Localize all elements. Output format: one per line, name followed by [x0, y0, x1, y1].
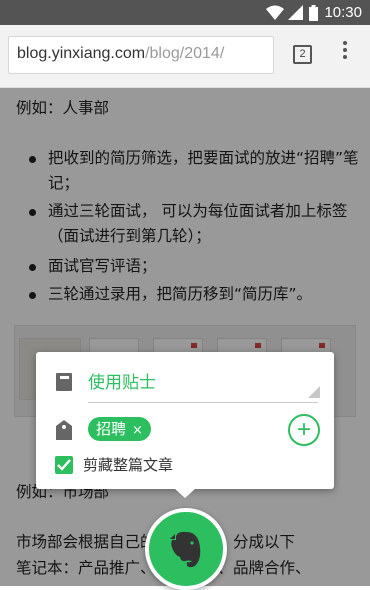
clipper-popup: 使用贴士 招聘 × + 剪藏整篇文章: [36, 352, 334, 498]
battery-icon: [309, 5, 318, 21]
status-bar: 10:30: [0, 0, 370, 25]
notebook-selector[interactable]: 使用贴士: [88, 368, 156, 393]
tag-chip-label: 招聘: [96, 420, 127, 438]
overflow-menu-icon[interactable]: [341, 41, 349, 65]
tag-chip[interactable]: 招聘 ×: [88, 417, 151, 441]
remove-tag-icon[interactable]: ×: [132, 423, 143, 438]
wifi-icon: [266, 5, 284, 20]
notebook-underline: [88, 402, 318, 403]
clip-full-article-label: 剪藏整篇文章: [83, 456, 174, 474]
clip-full-article-checkbox[interactable]: [55, 456, 73, 474]
cell-signal-icon: [288, 5, 303, 20]
url-path: /blog/2014/: [145, 45, 225, 62]
notebook-icon: [56, 373, 72, 391]
tag-icon: [56, 420, 72, 440]
dropdown-triangle-icon[interactable]: [308, 386, 320, 398]
evernote-elephant-icon: [170, 531, 201, 568]
add-tag-button[interactable]: +: [288, 414, 320, 446]
evernote-clip-button[interactable]: [145, 508, 227, 590]
tab-switcher-button[interactable]: 2: [293, 45, 312, 64]
status-time: 10:30: [324, 4, 362, 21]
popup-caret: [174, 488, 196, 498]
checkmark-icon: [57, 459, 71, 471]
browser-toolbar: blog.yinxiang.com/blog/2014/ 2: [0, 25, 370, 88]
url-text: blog.yinxiang.com/blog/2014/: [17, 45, 224, 63]
url-bar[interactable]: blog.yinxiang.com/blog/2014/: [8, 36, 274, 74]
url-domain: blog.yinxiang.com: [17, 45, 146, 62]
